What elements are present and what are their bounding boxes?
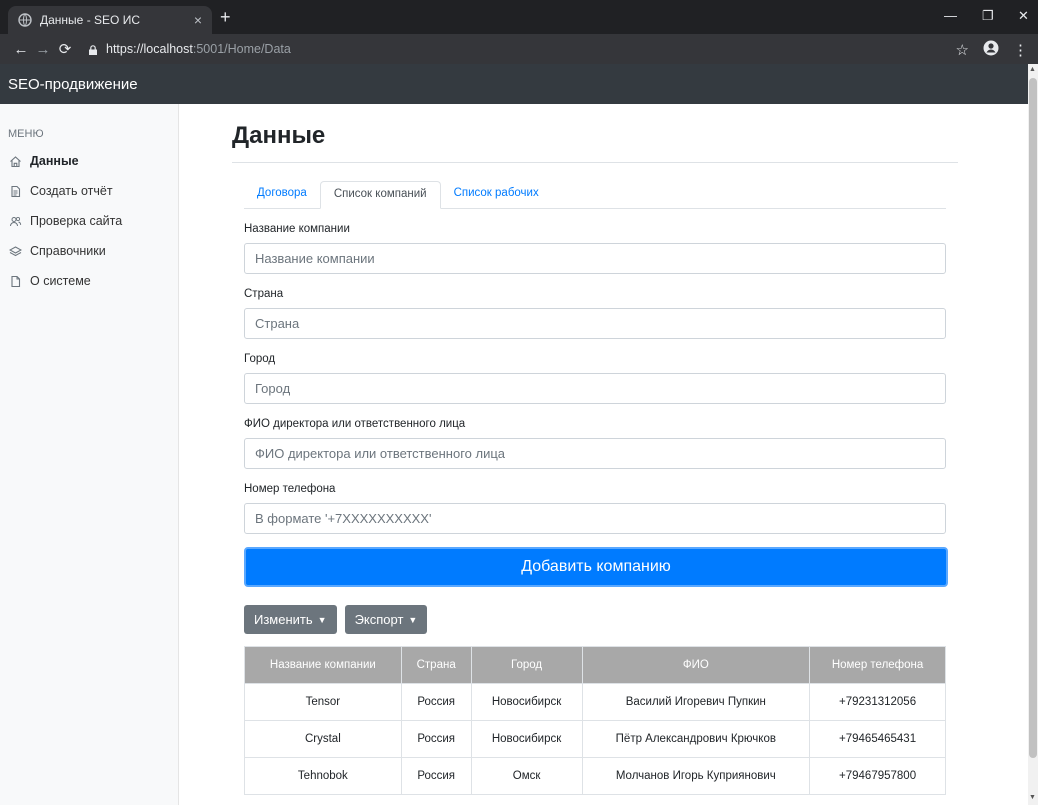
minimize-icon[interactable]: —	[944, 8, 957, 23]
export-dropdown-label: Экспорт	[354, 612, 404, 627]
url-host: https://localhost	[106, 42, 193, 56]
restore-icon[interactable]: ❐	[982, 8, 994, 24]
forward-icon[interactable]: →	[32, 41, 54, 58]
sidebar-item-label: Создать отчёт	[30, 184, 113, 198]
table-cell: +79465465431	[809, 720, 946, 758]
browser-tab-bar: Данные - SEO ИС × + — ❐ ✕	[0, 0, 1038, 34]
home-icon	[8, 154, 22, 168]
phone-label: Номер телефона	[244, 483, 336, 495]
app-navbar: SEO-продвижение	[0, 64, 1028, 104]
country-input[interactable]	[244, 308, 946, 339]
lock-icon	[88, 44, 98, 55]
browser-address-bar: ← → ⟳ https://localhost:5001/Home/Data ☆…	[0, 34, 1038, 64]
tab-workers[interactable]: Список рабочих	[441, 181, 552, 208]
table-cell: Россия	[400, 757, 472, 795]
table-cell: Tensor	[244, 683, 402, 721]
column-header[interactable]: Номер телефона	[809, 646, 946, 684]
layers-icon	[8, 244, 22, 258]
director-label: ФИО директора или ответственного лица	[244, 418, 466, 430]
company-name-input[interactable]	[244, 243, 946, 274]
sidebar-item-label: Справочники	[30, 244, 106, 258]
table-cell: Новосибирск	[470, 720, 583, 758]
page-scrollbar[interactable]: ▲ ▼	[1028, 64, 1038, 805]
browser-tab-title: Данные - SEO ИС	[40, 13, 140, 27]
table-cell: Crystal	[244, 720, 402, 758]
main-content: Данные Договора Список компаний Список р…	[232, 104, 958, 795]
brand-link[interactable]: SEO-продвижение	[8, 76, 138, 93]
caret-down-icon: ▼	[317, 614, 327, 625]
column-header[interactable]: Страна	[400, 646, 472, 684]
edit-dropdown-button[interactable]: Изменить ▼	[244, 605, 337, 634]
url-field[interactable]: https://localhost:5001/Home/Data	[88, 42, 291, 56]
column-header[interactable]: Город	[470, 646, 583, 684]
table-cell: Молчанов Игорь Куприянович	[581, 757, 811, 795]
sidebar-item-label: Проверка сайта	[30, 214, 123, 228]
sidebar-item-site-check[interactable]: Проверка сайта	[0, 206, 178, 236]
sidebar-item-data[interactable]: Данные	[0, 146, 178, 176]
file-text-icon	[8, 184, 22, 198]
kebab-menu-icon[interactable]: ⋮	[1013, 41, 1028, 59]
city-label: Город	[244, 353, 276, 365]
back-icon[interactable]: ←	[10, 41, 32, 58]
table-cell: +79467957800	[809, 757, 946, 795]
close-window-icon[interactable]: ✕	[1018, 8, 1029, 24]
caret-down-icon: ▼	[408, 614, 418, 625]
add-company-button[interactable]: Добавить компанию	[244, 547, 948, 587]
phone-input[interactable]	[244, 503, 946, 534]
sidebar-item-label: Данные	[30, 154, 79, 168]
table-cell: Tehnobok	[244, 757, 402, 795]
reload-icon[interactable]: ⟳	[54, 40, 76, 58]
table-row[interactable]: Crystal Россия Новосибирск Пётр Александ…	[244, 720, 946, 758]
browser-tab[interactable]: Данные - SEO ИС ×	[8, 6, 212, 34]
new-tab-button[interactable]: +	[220, 8, 231, 26]
scroll-down-icon[interactable]: ▼	[1029, 794, 1036, 801]
table-cell: Василий Игоревич Пупкин	[581, 683, 811, 721]
scrollbar-thumb[interactable]	[1029, 78, 1037, 758]
table-cell: +79231312056	[809, 683, 946, 721]
star-icon[interactable]: ☆	[956, 41, 969, 59]
sidebar-item-references[interactable]: Справочники	[0, 236, 178, 266]
data-tabs: Договора Список компаний Список рабочих	[244, 181, 946, 209]
column-header[interactable]: ФИО	[581, 646, 811, 684]
sidebar-heading: МЕНЮ	[8, 128, 44, 140]
scroll-up-icon[interactable]: ▲	[1029, 66, 1036, 73]
director-input[interactable]	[244, 438, 946, 469]
city-input[interactable]	[244, 373, 946, 404]
company-form: Название компании Страна Город ФИО дирек…	[244, 223, 948, 795]
column-header[interactable]: Название компании	[244, 646, 402, 684]
page-title: Данные	[232, 122, 958, 163]
sidebar-item-about[interactable]: О системе	[0, 266, 178, 296]
table-header-row: Название компании Страна Город ФИО Номер…	[244, 646, 946, 684]
sidebar-item-label: О системе	[30, 274, 91, 288]
edit-dropdown-label: Изменить	[254, 612, 313, 627]
company-name-label: Название компании	[244, 223, 350, 235]
action-buttons: Изменить ▼ Экспорт ▼	[244, 605, 946, 634]
close-tab-icon[interactable]: ×	[194, 12, 202, 28]
account-icon[interactable]	[983, 40, 999, 60]
table-cell: Новосибирск	[470, 683, 583, 721]
globe-icon	[18, 13, 32, 27]
country-label: Страна	[244, 288, 284, 300]
companies-table: Название компании Страна Город ФИО Номер…	[244, 646, 946, 795]
sidebar-item-create-report[interactable]: Создать отчёт	[0, 176, 178, 206]
table-cell: Россия	[400, 720, 472, 758]
sidebar: МЕНЮ Данные Создать отчёт Проверка сайта…	[0, 104, 179, 805]
users-icon	[8, 214, 22, 228]
export-dropdown-button[interactable]: Экспорт ▼	[344, 605, 428, 634]
tab-companies[interactable]: Список компаний	[319, 181, 441, 209]
table-cell: Пётр Александрович Крючков	[581, 720, 811, 758]
url-path: :5001/Home/Data	[192, 42, 291, 56]
table-cell: Омск	[470, 757, 583, 795]
table-row[interactable]: Tehnobok Россия Омск Молчанов Игорь Купр…	[244, 757, 946, 795]
table-cell: Россия	[400, 683, 472, 721]
file-icon	[8, 274, 22, 288]
tab-contracts[interactable]: Договора	[244, 181, 320, 208]
table-row[interactable]: Tensor Россия Новосибирск Василий Игорев…	[244, 683, 946, 721]
